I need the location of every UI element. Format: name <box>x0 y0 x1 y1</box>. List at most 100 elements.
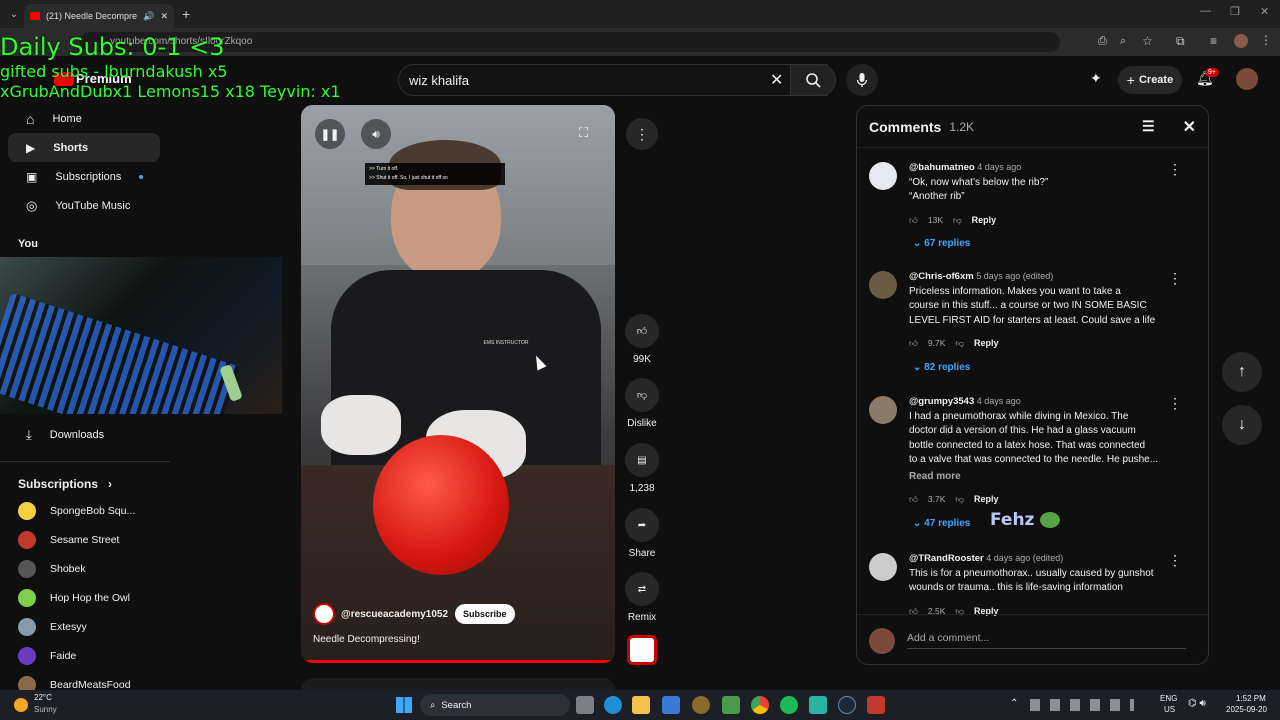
search-button[interactable] <box>790 64 836 96</box>
zoom-icon[interactable]: ⌕ <box>1120 35 1126 48</box>
app-icon-green[interactable] <box>722 696 740 714</box>
create-button[interactable]: + Create <box>1118 66 1182 94</box>
shorts-video-player[interactable]: EMS INSTRUCTOR >> Turn it off. >> Shut i… <box>301 105 615 663</box>
minimize-button[interactable]: — <box>1200 5 1211 17</box>
comment-author[interactable]: @bahumatneo <box>909 162 975 173</box>
file-explorer-icon[interactable] <box>632 696 650 714</box>
tray-chevron-icon[interactable]: ⌃ <box>1010 698 1018 709</box>
dislike-action[interactable]: 👎︎ Dislike <box>622 378 662 429</box>
taskbar-search[interactable]: ⌕ Search <box>420 694 570 716</box>
channel-name[interactable]: @rescueacademy1052 <box>341 609 448 620</box>
reading-list-icon[interactable]: ≡ <box>1210 34 1217 48</box>
edge-icon[interactable] <box>604 696 622 714</box>
subscription-channel[interactable]: SpongeBob Squ... <box>0 496 170 525</box>
comment-count: 1,238 <box>629 483 655 494</box>
app-icon-blue[interactable] <box>662 696 680 714</box>
windows-start-icon[interactable] <box>396 697 412 713</box>
search-input[interactable]: wiz khalifa <box>398 64 828 96</box>
wow-icon[interactable] <box>692 696 710 714</box>
profile-avatar[interactable] <box>1234 34 1248 48</box>
commenter-avatar[interactable] <box>869 553 897 581</box>
channel-name: Sesame Street <box>50 533 120 546</box>
like-comment-icon[interactable]: 👍︎ <box>909 492 918 507</box>
sidebar-item-shorts[interactable]: ▶ Shorts <box>8 133 160 162</box>
weather-temp[interactable]: 22°C <box>34 693 52 702</box>
sound-thumbnail[interactable] <box>627 635 657 665</box>
dislike-comment-icon[interactable]: 👎︎ <box>955 336 964 351</box>
share-action[interactable]: ➦ Share <box>624 508 660 559</box>
task-view-icon[interactable] <box>576 696 594 714</box>
sort-icon[interactable]: ☰ <box>1142 118 1155 135</box>
comment-author[interactable]: @Chris-of6xm <box>909 271 974 282</box>
clear-search-icon[interactable]: ✕ <box>770 70 783 90</box>
reply-button[interactable]: Reply <box>974 336 999 351</box>
like-action[interactable]: 👍︎ 99K <box>624 314 660 365</box>
reply-button[interactable]: Reply <box>974 492 999 507</box>
tray-icons[interactable] <box>1030 699 1134 711</box>
subscribe-button[interactable]: Subscribe <box>455 604 515 624</box>
remix-action[interactable]: ⇄ Remix <box>624 572 660 623</box>
read-more-link[interactable]: Read more <box>909 470 1208 485</box>
commenter-avatar[interactable] <box>869 162 897 190</box>
comment-menu-icon[interactable]: ⋮ <box>1168 271 1182 286</box>
browser-tab[interactable]: (21) Needle Decompressing 🔊 ✕ <box>24 4 174 28</box>
ai-sparkle-icon[interactable]: ✦ <box>1090 70 1102 87</box>
view-replies-button[interactable]: ⌄ 67 replies <box>909 237 1208 252</box>
pause-button[interactable]: ❚❚ <box>315 119 345 149</box>
extensions-icon[interactable]: ⧉ <box>1176 34 1185 49</box>
commenter-avatar[interactable] <box>869 271 897 299</box>
progress-track[interactable] <box>301 660 615 663</box>
clock-time[interactable]: 1:52 PM <box>1236 694 1266 703</box>
subscriptions-header[interactable]: Subscriptions › <box>0 472 170 496</box>
video-more-button[interactable]: ⋮ <box>626 118 658 150</box>
bookmark-star-icon[interactable]: ☆ <box>1142 34 1153 48</box>
next-short-button[interactable]: ↓ <box>1222 405 1262 445</box>
app-icon-red[interactable] <box>867 696 885 714</box>
account-avatar[interactable] <box>1236 68 1258 90</box>
close-comments-icon[interactable]: ✕ <box>1183 117 1196 137</box>
comment-menu-icon[interactable]: ⋮ <box>1168 553 1182 568</box>
commenter-avatar[interactable] <box>869 396 897 424</box>
add-comment-input[interactable]: Add a comment... <box>907 632 1186 649</box>
steam-icon[interactable] <box>838 696 856 714</box>
spotify-icon[interactable] <box>780 696 798 714</box>
sidebar-item-youtube-music[interactable]: ◎ YouTube Music <box>8 191 160 220</box>
subscription-channel[interactable]: Extesyy <box>0 612 170 641</box>
comment-line: This is for a pneumothorax.. usually cau… <box>909 567 1154 579</box>
dislike-comment-icon[interactable]: 👎︎ <box>955 492 964 507</box>
chrome-icon[interactable] <box>751 696 769 714</box>
tab-close-icon[interactable]: ✕ <box>160 11 168 22</box>
sidebar-item-subscriptions[interactable]: ▣ Subscriptions <box>8 162 160 191</box>
sidebar-item-downloads[interactable]: ⤓ Downloads <box>8 420 160 449</box>
you-section-label[interactable]: You <box>18 238 170 252</box>
sidebar-item-home[interactable]: ⌂ Home <box>8 104 160 133</box>
install-icon[interactable]: ⎙ <box>1098 35 1107 48</box>
subscription-channel[interactable]: Faide <box>0 641 170 670</box>
comment-menu-icon[interactable]: ⋮ <box>1168 396 1182 411</box>
subscription-channel[interactable]: Hop Hop the Owl <box>0 583 170 612</box>
like-comment-icon[interactable]: 👍︎ <box>909 213 918 228</box>
like-comment-icon[interactable]: 👍︎ <box>909 336 918 351</box>
app-icon-teal[interactable] <box>809 696 827 714</box>
new-tab-button[interactable]: + <box>182 6 190 22</box>
fullscreen-button[interactable]: ⛶ <box>579 125 588 141</box>
browser-menu-icon[interactable]: ⋮ <box>1260 33 1272 47</box>
comment-author[interactable]: @TRandRooster <box>909 553 984 564</box>
language-code[interactable]: ENG <box>1160 694 1177 703</box>
previous-short-button[interactable]: ↑ <box>1222 352 1262 392</box>
volume-button[interactable]: 🔊︎ <box>361 119 391 149</box>
subscription-channel[interactable]: Sesame Street <box>0 525 170 554</box>
comment-menu-icon[interactable]: ⋮ <box>1168 162 1182 177</box>
comments-action[interactable]: ▤ 1,238 <box>624 443 660 494</box>
network-volume-icons[interactable]: ⌬ 🔊︎ <box>1188 698 1206 709</box>
channel-avatar[interactable] <box>313 603 335 625</box>
view-replies-button[interactable]: ⌄ 82 replies <box>909 361 1208 376</box>
restore-button[interactable]: ❐ <box>1230 5 1240 18</box>
subscription-channel[interactable]: Shobek <box>0 554 170 583</box>
voice-search-button[interactable] <box>846 64 878 96</box>
reply-button[interactable]: Reply <box>972 213 997 228</box>
comment-author[interactable]: @grumpy3543 <box>909 396 974 407</box>
close-window-button[interactable]: ✕ <box>1260 5 1269 18</box>
tab-list-icon[interactable]: ⌄ <box>4 9 24 20</box>
dislike-comment-icon[interactable]: 👎︎ <box>953 213 962 228</box>
